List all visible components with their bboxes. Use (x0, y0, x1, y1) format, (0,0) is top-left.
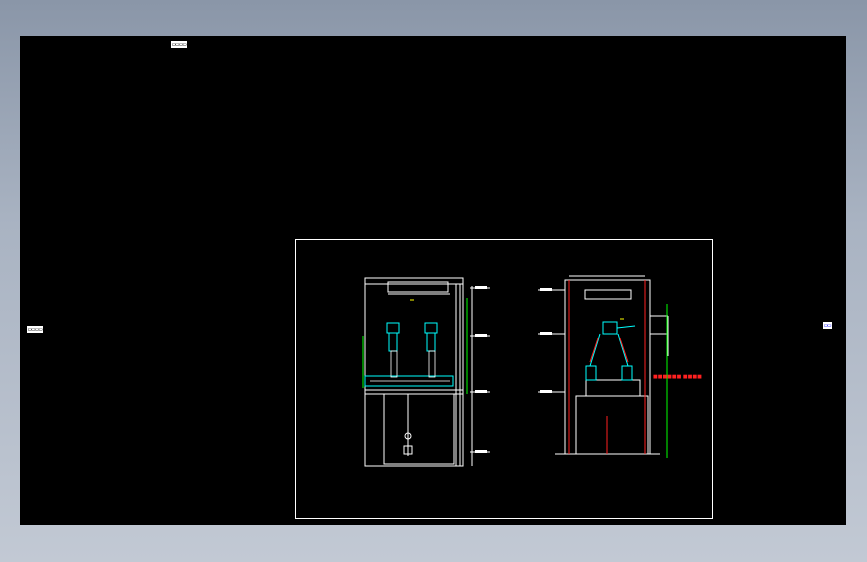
left-green-lines (362, 298, 468, 394)
right-dim-text (540, 288, 552, 393)
left-arms (364, 322, 454, 387)
cad-drawing: ■■■■■■ ■■■■ (362, 275, 702, 467)
left-dim-text (475, 286, 487, 453)
yellow-marks (410, 299, 624, 320)
right-robot-detail (589, 337, 629, 363)
cad-viewport[interactable]: ▭▭▭▭ ▭▭▭▭ ▭▭ ■■■■■■ ■■■■ (20, 36, 846, 525)
right-elevation (538, 275, 669, 455)
red-annotation: ■■■■■■ ■■■■ (653, 374, 702, 380)
left-elevation (364, 277, 490, 467)
right-red-lines (568, 280, 646, 454)
